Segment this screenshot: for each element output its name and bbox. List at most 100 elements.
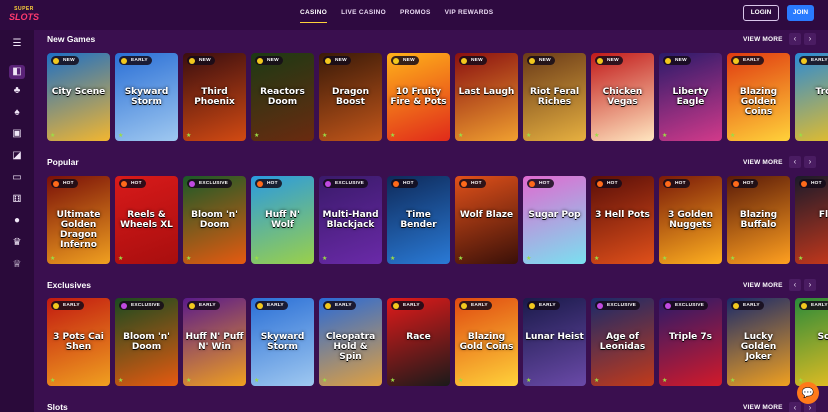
game-tile[interactable]: HOT Time Bender ★ (387, 176, 450, 264)
game-tile[interactable]: HOT 3 Golden Nuggets ★ (659, 176, 722, 264)
slot-machine-icon[interactable]: ▣ (9, 127, 25, 141)
spade-icon[interactable]: ♠ (9, 106, 25, 120)
prev-arrow-icon[interactable]: ‹ (789, 279, 801, 291)
game-tile[interactable]: NEW Riot Feral Riches ★ (523, 53, 586, 141)
game-tile[interactable]: EXCLUSIVE Multi-Hand Blackjack ★ (319, 176, 382, 264)
favorite-star-icon[interactable]: ★ (322, 132, 327, 139)
favorite-star-icon[interactable]: ★ (390, 255, 395, 262)
casino-chips-icon[interactable]: ◧ (9, 65, 25, 79)
favorite-star-icon[interactable]: ★ (254, 377, 259, 384)
cherries-icon[interactable]: ♣ (9, 84, 25, 98)
favorite-star-icon[interactable]: ★ (730, 377, 735, 384)
favorite-star-icon[interactable]: ★ (730, 255, 735, 262)
favorite-star-icon[interactable]: ★ (526, 377, 531, 384)
favorite-star-icon[interactable]: ★ (458, 132, 463, 139)
view-more-exclusives[interactable]: VIEW MORE (743, 282, 783, 289)
dice-icon[interactable]: ⚅ (9, 193, 25, 207)
prev-arrow-icon[interactable]: ‹ (789, 33, 801, 45)
game-tile[interactable]: EARLY Huff N' Puff N' Win ★ (183, 298, 246, 386)
favorite-star-icon[interactable]: ★ (186, 132, 191, 139)
game-tile[interactable]: EARLY Blazing Gold Coins ★ (455, 298, 518, 386)
favorite-star-icon[interactable]: ★ (390, 377, 395, 384)
prev-arrow-icon[interactable]: ‹ (789, 402, 801, 412)
game-tile[interactable]: NEW Reactors Doom ★ (251, 53, 314, 141)
favorite-star-icon[interactable]: ★ (50, 255, 55, 262)
favorite-star-icon[interactable]: ★ (458, 377, 463, 384)
basketball-icon[interactable]: ● (9, 214, 25, 228)
next-arrow-icon[interactable]: › (804, 33, 816, 45)
game-tile[interactable]: EARLY 3 Pots Cai Shen ★ (47, 298, 110, 386)
menu-icon[interactable]: ☰ (9, 37, 25, 51)
game-tile[interactable]: EARLY Race ★ (387, 298, 450, 386)
game-tile[interactable]: EXCLUSIVE Age of Leonidas ★ (591, 298, 654, 386)
chat-icon[interactable]: 💬 (797, 382, 819, 404)
view-more-popular[interactable]: VIEW MORE (743, 159, 783, 166)
game-tile[interactable]: NEW Dragon Boost ★ (319, 53, 382, 141)
game-tile[interactable]: HOT Wolf Blaze ★ (455, 176, 518, 264)
view-more-slots[interactable]: VIEW MORE (743, 404, 783, 411)
game-tile[interactable]: HOT Ultimate Golden Dragon Inferno ★ (47, 176, 110, 264)
game-tile[interactable]: HOT Huff N' Wolf ★ (251, 176, 314, 264)
game-tile[interactable]: EARLY Troll ★ (795, 53, 828, 141)
game-tile[interactable]: EARLY Skyward Storm ★ (251, 298, 314, 386)
login-button[interactable]: LOGIN (743, 5, 779, 21)
next-arrow-icon[interactable]: › (804, 279, 816, 291)
game-tile[interactable]: HOT Reels & Wheels XL ★ (115, 176, 178, 264)
nav-casino[interactable]: CASINO (300, 0, 328, 30)
favorite-star-icon[interactable]: ★ (594, 377, 599, 384)
game-tile[interactable]: EARLY Blazing Golden Coins ★ (727, 53, 790, 141)
favorite-star-icon[interactable]: ★ (118, 377, 123, 384)
prev-arrow-icon[interactable]: ‹ (789, 156, 801, 168)
favorite-star-icon[interactable]: ★ (254, 255, 259, 262)
next-arrow-icon[interactable]: › (804, 156, 816, 168)
favorite-star-icon[interactable]: ★ (254, 132, 259, 139)
game-tile[interactable]: EARLY Cleopatra Hold & Spin ★ (319, 298, 382, 386)
game-tile[interactable]: EARLY Lucky Golden Joker ★ (727, 298, 790, 386)
favorite-star-icon[interactable]: ★ (662, 377, 667, 384)
favorite-star-icon[interactable]: ★ (50, 132, 55, 139)
join-button[interactable]: JOIN (787, 5, 814, 21)
game-tile[interactable]: EARLY Lunar Heist ★ (523, 298, 586, 386)
favorite-star-icon[interactable]: ★ (118, 255, 123, 262)
trophy-icon[interactable]: ♛ (9, 236, 25, 250)
game-tile[interactable]: EARLY Skyward Storm ★ (115, 53, 178, 141)
game-tile[interactable]: HOT 3 Hell Pots ★ (591, 176, 654, 264)
favorite-star-icon[interactable]: ★ (594, 132, 599, 139)
favorite-star-icon[interactable]: ★ (662, 132, 667, 139)
nav-vip-rewards[interactable]: VIP REWARDS (445, 0, 494, 30)
favorite-star-icon[interactable]: ★ (390, 132, 395, 139)
favorite-star-icon[interactable]: ★ (458, 255, 463, 262)
favorite-star-icon[interactable]: ★ (526, 132, 531, 139)
favorite-star-icon[interactable]: ★ (798, 132, 803, 139)
game-tile[interactable]: NEW Chicken Vegas ★ (591, 53, 654, 141)
game-tile[interactable]: NEW City Scene ★ (47, 53, 110, 141)
favorite-star-icon[interactable]: ★ (594, 255, 599, 262)
favorite-star-icon[interactable]: ★ (798, 255, 803, 262)
favorite-star-icon[interactable]: ★ (322, 377, 327, 384)
favorite-star-icon[interactable]: ★ (526, 255, 531, 262)
game-tile[interactable]: NEW Liberty Eagle ★ (659, 53, 722, 141)
game-tile[interactable]: EXCLUSIVE Bloom 'n' Doom ★ (115, 298, 178, 386)
favorite-star-icon[interactable]: ★ (730, 132, 735, 139)
game-tile[interactable]: EXCLUSIVE Bloom 'n' Doom ★ (183, 176, 246, 264)
game-tile[interactable]: EXCLUSIVE Triple 7s ★ (659, 298, 722, 386)
crown-icon[interactable]: ♕ (9, 258, 25, 272)
favorite-star-icon[interactable]: ★ (50, 377, 55, 384)
nav-promos[interactable]: PROMOS (400, 0, 431, 30)
game-tile[interactable]: HOT Sugar Pop ★ (523, 176, 586, 264)
favorite-star-icon[interactable]: ★ (186, 377, 191, 384)
game-tile[interactable]: NEW Third Phoenix ★ (183, 53, 246, 141)
nav-live-casino[interactable]: LIVE CASINO (341, 0, 386, 30)
laptop-icon[interactable]: ▭ (9, 171, 25, 185)
site-logo[interactable]: SUPER SLOTS (9, 6, 39, 24)
view-more-new-games[interactable]: VIEW MORE (743, 36, 783, 43)
game-tile[interactable]: NEW 10 Fruity Fire & Pots ★ (387, 53, 450, 141)
favorite-star-icon[interactable]: ★ (662, 255, 667, 262)
favorite-star-icon[interactable]: ★ (322, 255, 327, 262)
live-dealer-icon[interactable]: ◪ (9, 149, 25, 163)
game-tile[interactable]: NEW Last Laugh ★ (455, 53, 518, 141)
game-tile[interactable]: HOT Fla ★ (795, 176, 828, 264)
game-tile[interactable]: HOT Blazing Buffalo ★ (727, 176, 790, 264)
favorite-star-icon[interactable]: ★ (118, 132, 123, 139)
favorite-star-icon[interactable]: ★ (186, 255, 191, 262)
